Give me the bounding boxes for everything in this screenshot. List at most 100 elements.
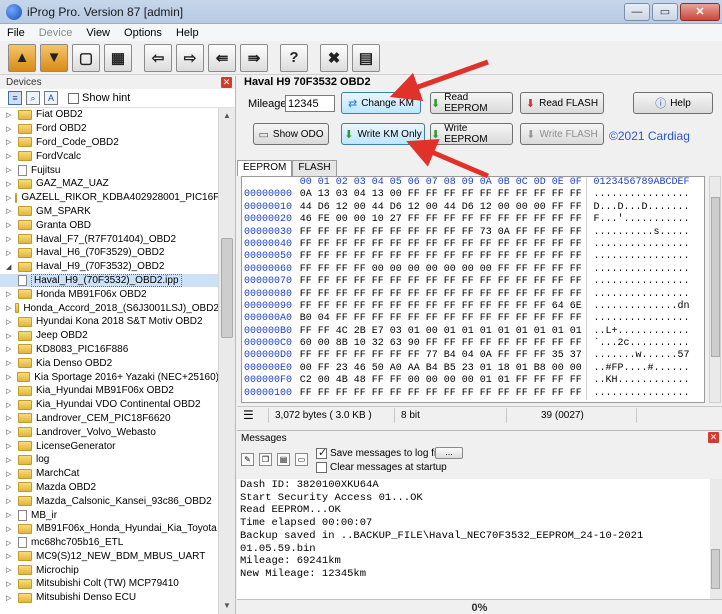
tree-item[interactable]: ▷ LicenseGenerator bbox=[0, 439, 219, 453]
hex-row[interactable]: 000000A0 B0 04 FF FF FF FF FF FF FF FF FF… bbox=[242, 313, 704, 326]
tree-item[interactable]: ▷ log bbox=[0, 453, 219, 467]
verify-left-icon[interactable]: ⇚ bbox=[208, 43, 236, 72]
hex-row[interactable]: 00000020 46 FE 00 00 10 27 FF FF FF FF FF… bbox=[242, 214, 704, 227]
collapsed-arrow-icon[interactable]: ▷ bbox=[6, 511, 14, 519]
hex-row[interactable]: 000000D0 FF FF FF FF FF FF FF 77 B4 04 0A… bbox=[242, 350, 704, 363]
tree-item[interactable]: ▷ Mazda_Calsonic_Kansei_93c86_OBD2 bbox=[0, 494, 219, 508]
collapsed-arrow-icon[interactable]: ▷ bbox=[6, 401, 14, 409]
tree-item[interactable]: ▷ Kia_Hyundai VDO Continental OBD2 bbox=[0, 398, 219, 412]
tree-item[interactable]: ▷ Mazda OBD2 bbox=[0, 481, 219, 495]
menu-device[interactable]: Device bbox=[32, 27, 80, 39]
collapsed-arrow-icon[interactable]: ▷ bbox=[6, 387, 14, 395]
copy-icon[interactable]: ❐ bbox=[259, 453, 272, 466]
scroll-down-icon[interactable]: ▼ bbox=[219, 598, 235, 614]
collapsed-arrow-icon[interactable]: ▷ bbox=[6, 456, 14, 464]
list-view-icon[interactable]: ≡ bbox=[8, 91, 22, 105]
tree-item[interactable]: ▷ Landrover_Volvo_Webasto bbox=[0, 425, 219, 439]
mileage-input[interactable] bbox=[285, 95, 335, 112]
show-hint-checkbox[interactable] bbox=[68, 92, 79, 104]
menu-lines-icon[interactable]: ☰ bbox=[237, 407, 269, 423]
collapsed-arrow-icon[interactable]: ▷ bbox=[6, 166, 14, 174]
tree-item[interactable]: ▷ Ford OBD2 bbox=[0, 122, 219, 136]
minimize-button[interactable]: — bbox=[624, 2, 650, 21]
collapsed-arrow-icon[interactable]: ▷ bbox=[6, 138, 14, 146]
collapsed-arrow-icon[interactable]: ▷ bbox=[6, 539, 14, 547]
help-button[interactable]: ⓘ Help bbox=[633, 92, 713, 114]
collapsed-arrow-icon[interactable]: ▷ bbox=[6, 414, 14, 422]
hex-row[interactable]: 000000E0 00 FF 23 46 50 A0 AA B4 B5 23 01… bbox=[242, 362, 704, 376]
tree-item[interactable]: ▷ mc68hc705b16_ETL bbox=[0, 536, 219, 550]
tree-item[interactable]: ▷ Mitsubishi Denso ECU bbox=[0, 591, 219, 605]
tree-item[interactable]: ▷ Fujitsu bbox=[0, 163, 219, 177]
search-icon[interactable]: ⌕ bbox=[26, 91, 40, 105]
collapsed-arrow-icon[interactable]: ▷ bbox=[6, 359, 14, 367]
tree-item[interactable]: ▷ Kia Sportage 2016+ Yazaki (NEC+25160) bbox=[0, 370, 219, 384]
collapsed-arrow-icon[interactable]: ▷ bbox=[6, 290, 14, 298]
collapsed-arrow-icon[interactable]: ▷ bbox=[6, 125, 14, 133]
collapsed-arrow-icon[interactable]: ▷ bbox=[6, 318, 14, 326]
close-messages-icon[interactable]: ✕ bbox=[708, 432, 719, 443]
expanded-arrow-icon[interactable]: ◢ bbox=[6, 263, 14, 271]
tree-item[interactable]: ▷ Granta OBD bbox=[0, 218, 219, 232]
log-scrollbar[interactable] bbox=[710, 479, 722, 599]
font-icon[interactable]: A bbox=[44, 91, 58, 105]
tree-item[interactable]: ▷ Landrover_CEM_PIC18F6620 bbox=[0, 412, 219, 426]
read-arrow-icon[interactable]: ⇦ bbox=[144, 43, 172, 72]
new-file-icon[interactable]: ▢ bbox=[72, 43, 100, 72]
brush-icon[interactable]: ✎ bbox=[241, 453, 254, 466]
save-folder-icon[interactable]: ▼ bbox=[40, 43, 68, 72]
hex-row[interactable]: 00000070 FF FF FF FF FF FF FF FF FF FF FF… bbox=[242, 276, 704, 289]
hex-row[interactable]: 00000040 FF FF FF FF FF FF FF FF FF FF FF… bbox=[242, 238, 704, 252]
hex-row[interactable]: 00000030 FF FF FF FF FF FF FF FF FF FF 73… bbox=[242, 226, 704, 239]
hex-row[interactable]: 000000F0 C2 00 4B 48 FF FF 00 00 00 00 01… bbox=[242, 375, 704, 388]
tab-eeprom[interactable]: EEPROM bbox=[237, 160, 293, 176]
collapsed-arrow-icon[interactable]: ▷ bbox=[6, 428, 14, 436]
tree-item[interactable]: ▷ Kia_Hyundai MB91F06x OBD2 bbox=[0, 384, 219, 398]
maximize-button[interactable]: ▭ bbox=[652, 2, 678, 21]
hex-row[interactable]: 000000C0 60 00 8B 10 32 63 90 FF FF FF FF… bbox=[242, 338, 704, 351]
collapsed-arrow-icon[interactable]: ▷ bbox=[6, 207, 14, 215]
menu-view[interactable]: View bbox=[79, 27, 117, 39]
hex-row[interactable]: 00000010 44 D6 12 00 44 D6 12 00 44 D6 12… bbox=[242, 201, 704, 215]
tree-item[interactable]: ▷ Fiat OBD2 bbox=[0, 108, 219, 122]
collapsed-arrow-icon[interactable]: ▷ bbox=[6, 566, 14, 574]
collapsed-arrow-icon[interactable]: ▷ bbox=[6, 483, 14, 491]
paste-icon[interactable]: ▤ bbox=[277, 453, 290, 466]
tree-item[interactable]: ▷ Honda_Accord_2018_(S6J3001LSJ)_OBD2 bbox=[0, 301, 219, 315]
browse-log-button[interactable]: ... bbox=[435, 447, 463, 459]
scroll-thumb[interactable] bbox=[221, 238, 233, 338]
hex-editor[interactable]: 00 01 02 03 04 05 06 07 08 09 0A 0B 0C 0… bbox=[241, 176, 705, 403]
tree-item[interactable]: ▷ Hyundai Kona 2018 S&T Motiv OBD2 bbox=[0, 315, 219, 329]
menu-help[interactable]: Help bbox=[169, 27, 206, 39]
hex-row[interactable]: 00000090 FF FF FF FF FF FF FF FF FF FF FF… bbox=[242, 300, 704, 314]
tree-item[interactable]: ▷ Honda MB91F06x OBD2 bbox=[0, 287, 219, 301]
menu-options[interactable]: Options bbox=[117, 27, 169, 39]
tree-item[interactable]: ▷ KD8083_PIC16F886 bbox=[0, 343, 219, 357]
hex-row[interactable]: 00000000 0A 13 03 04 13 00 FF FF FF FF FF… bbox=[242, 189, 704, 202]
tree-item[interactable]: ▷ FordVcalc bbox=[0, 149, 219, 163]
tree-item[interactable]: ▷ Ford_Code_OBD2 bbox=[0, 136, 219, 150]
tree-item[interactable]: ▷ MarchCat bbox=[0, 467, 219, 481]
write-eeprom-button[interactable]: ⬇ Write EEPROM bbox=[430, 123, 513, 145]
collapsed-arrow-icon[interactable]: ▷ bbox=[6, 152, 14, 160]
tree-item[interactable]: ▷ Mitsubishi Colt (TW) MCP79410 bbox=[0, 577, 219, 591]
collapsed-arrow-icon[interactable]: ▷ bbox=[6, 304, 11, 312]
menu-file[interactable]: File bbox=[0, 27, 32, 39]
collapsed-arrow-icon[interactable]: ▷ bbox=[6, 345, 14, 353]
collapsed-arrow-icon[interactable]: ▷ bbox=[6, 235, 14, 243]
tree-item[interactable]: ▷ Microchip bbox=[0, 563, 219, 577]
tree-item[interactable]: Haval_H9_(70F3532)_OBD2.ipp bbox=[0, 273, 219, 288]
change-km-button[interactable]: ⇄ Change KM bbox=[341, 92, 421, 114]
hex-row[interactable]: 00000060 FF FF FF FF 00 00 00 00 00 00 00… bbox=[242, 263, 704, 277]
read-flash-button[interactable]: ⬇ Read FLASH bbox=[520, 92, 604, 114]
log-scroll-thumb[interactable] bbox=[711, 549, 720, 589]
hex-scroll-thumb[interactable] bbox=[711, 197, 720, 357]
collapsed-arrow-icon[interactable]: ▷ bbox=[6, 497, 14, 505]
tree-item[interactable]: ▷ Haval_F7_(R7F701404)_OBD2 bbox=[0, 232, 219, 246]
collapsed-arrow-icon[interactable]: ▷ bbox=[6, 332, 14, 340]
tree-item[interactable]: ▷ Jeep OBD2 bbox=[0, 329, 219, 343]
tree-item[interactable]: ▷ MB_ir bbox=[0, 508, 219, 522]
tree-item[interactable]: ▷ Kia Denso OBD2 bbox=[0, 356, 219, 370]
hex-row[interactable]: 000000B0 FF FF 4C 2B E7 03 01 00 01 01 01… bbox=[242, 325, 704, 339]
tree-item[interactable]: ◢ Haval_H9_(70F3532)_OBD2 bbox=[0, 260, 219, 274]
